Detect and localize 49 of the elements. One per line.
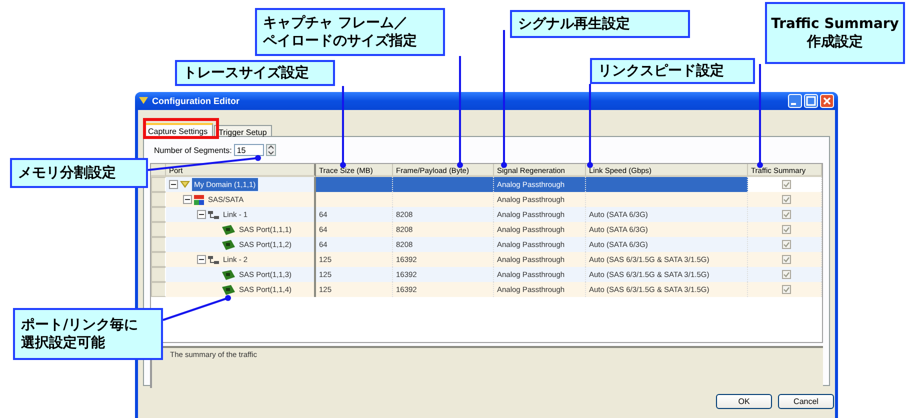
- row-header[interactable]: [151, 252, 166, 267]
- leader-line: [162, 295, 231, 321]
- app-icon: [139, 97, 148, 105]
- checkbox[interactable]: [782, 270, 790, 279]
- collapse-icon[interactable]: [183, 195, 192, 204]
- segments-label: Number of Segments:: [154, 146, 232, 154]
- callout-text: キャプチャ フレーム／: [263, 14, 408, 32]
- link-icon: [208, 254, 219, 264]
- dialog-button[interactable]: OK: [716, 394, 772, 409]
- checkbox[interactable]: [782, 225, 790, 234]
- window-title: Configuration Editor: [152, 96, 240, 106]
- checkbox[interactable]: [782, 195, 790, 204]
- row-header[interactable]: [151, 282, 166, 297]
- callout-text: トレースサイズ設定: [183, 64, 309, 82]
- collapse-icon[interactable]: [169, 180, 178, 189]
- port-card-icon: [222, 284, 235, 294]
- callout-text: ペイロードのサイズ指定: [263, 32, 417, 50]
- segments-field[interactable]: 15: [234, 144, 264, 156]
- checkbox[interactable]: [782, 255, 790, 264]
- checkbox[interactable]: [782, 180, 790, 189]
- close-icon[interactable]: [820, 94, 834, 108]
- checkbox[interactable]: [782, 240, 790, 249]
- port-card-icon: [222, 224, 235, 234]
- callout-text: 作成設定: [807, 33, 863, 52]
- tab[interactable]: Capture Settings: [143, 123, 213, 136]
- callout-text: Traffic Summary: [771, 14, 899, 33]
- collapse-icon[interactable]: [197, 255, 206, 264]
- link-icon: [208, 210, 219, 220]
- port-card-icon: [222, 240, 235, 250]
- domain-icon: [180, 180, 190, 189]
- maximize-icon[interactable]: [804, 94, 818, 108]
- callout-text: 選択設定可能: [21, 334, 105, 352]
- tab[interactable]: Trigger Setup: [214, 125, 272, 136]
- checkbox[interactable]: [782, 210, 790, 219]
- port-card-icon: [222, 270, 235, 280]
- callout-text: リンクスピード設定: [598, 62, 724, 80]
- callout-text: ポート/リンク毎に: [21, 316, 138, 334]
- row-header[interactable]: [151, 237, 166, 252]
- callout-text: メモリ分割設定: [18, 164, 116, 182]
- row-header[interactable]: [151, 222, 166, 237]
- spinner-icon[interactable]: [266, 144, 276, 156]
- dialog-button[interactable]: Cancel: [778, 394, 834, 409]
- bus-icon: [194, 194, 204, 204]
- collapse-icon[interactable]: [197, 210, 206, 219]
- callout-text: シグナル再生設定: [518, 14, 630, 34]
- checkbox[interactable]: [782, 285, 790, 294]
- row-header[interactable]: [151, 267, 166, 282]
- row-header[interactable]: [151, 207, 166, 222]
- minimize-icon[interactable]: [788, 94, 802, 108]
